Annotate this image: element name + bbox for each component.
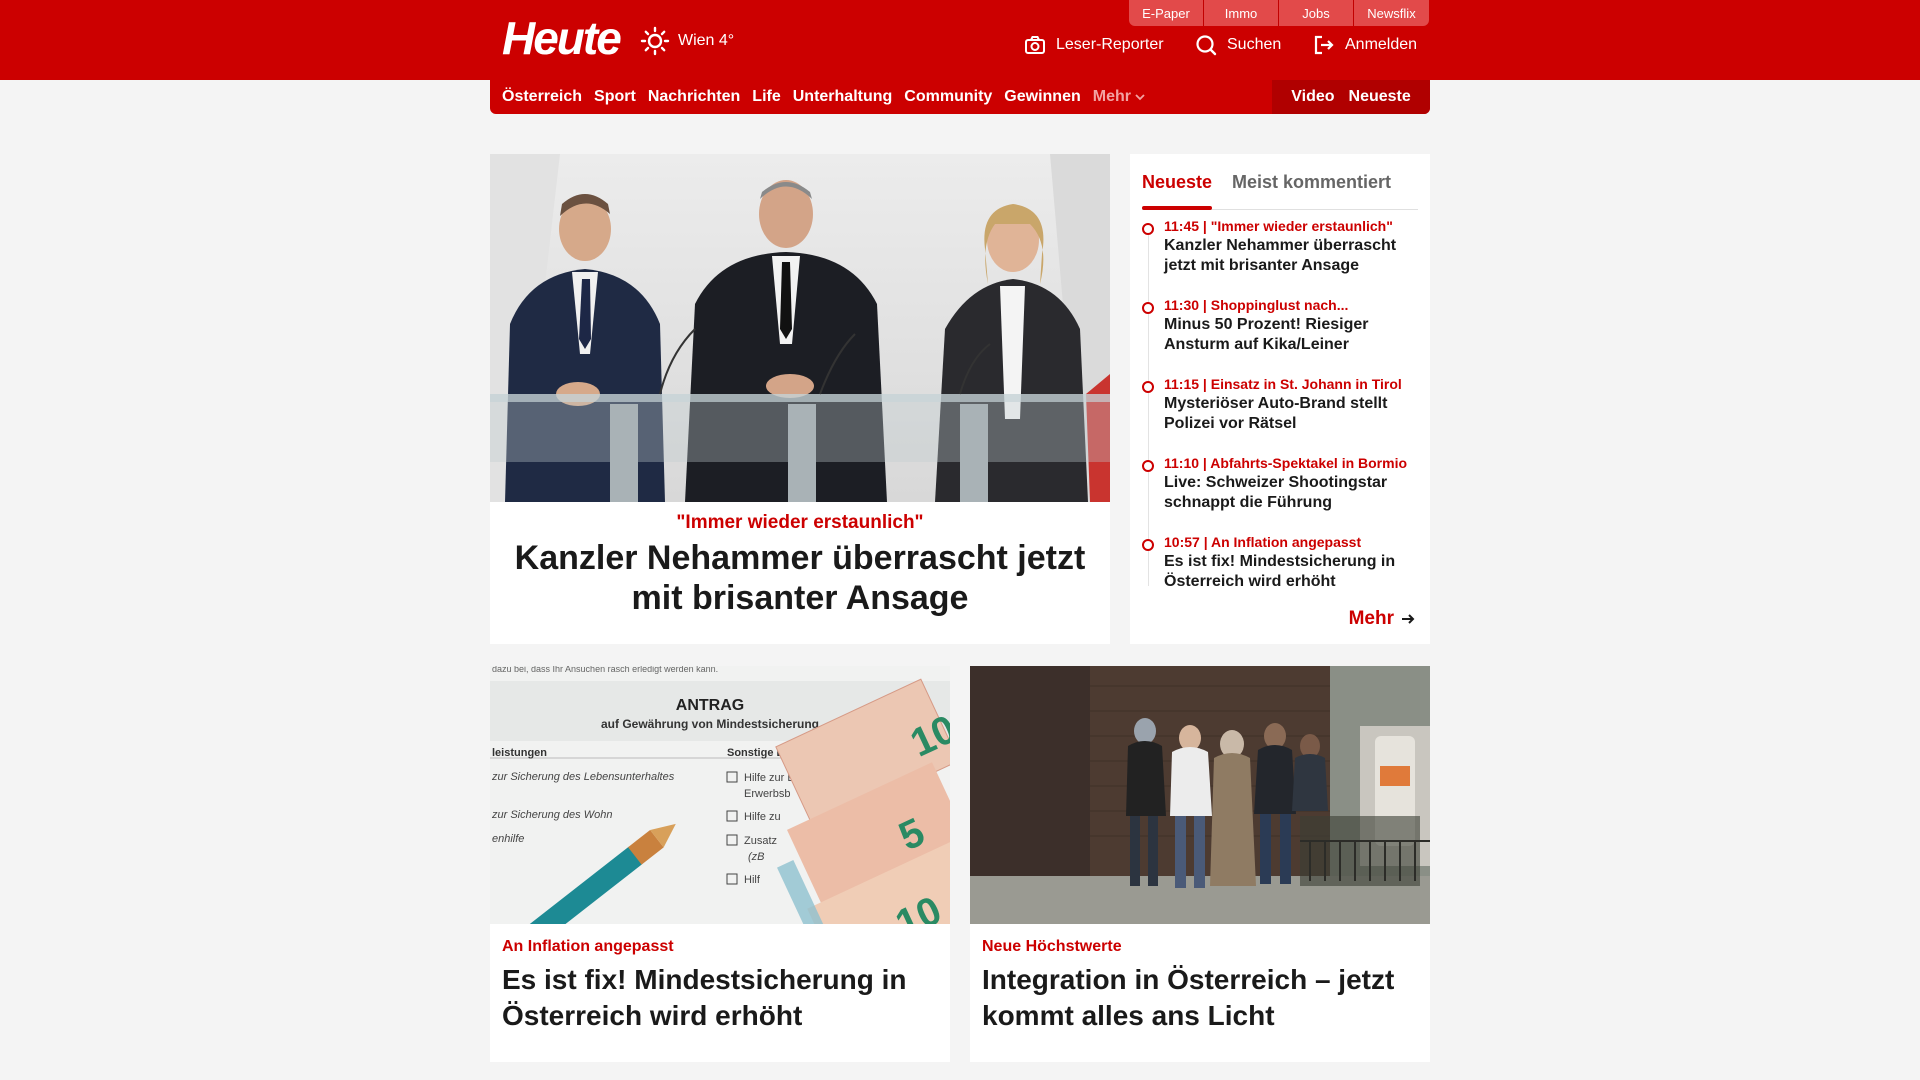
- article-card[interactable]: Neue Höchstwerte Integration in Österrei…: [970, 666, 1430, 1062]
- timeline-title[interactable]: Mysteriöser Auto-Brand stellt Polizei vo…: [1164, 394, 1418, 434]
- timeline-title[interactable]: Kanzler Nehammer überrascht jetzt mit br…: [1164, 236, 1418, 276]
- news-timeline: 11:45 | "Immer wieder erstaunlich" Kanzl…: [1142, 216, 1418, 611]
- timeline-item[interactable]: 11:30 | Shoppinglust nach... Minus 50 Pr…: [1142, 295, 1418, 374]
- nav-item-sport[interactable]: Sport: [594, 88, 636, 106]
- leser-reporter-button[interactable]: Leser-Reporter: [1024, 34, 1164, 56]
- article-image[interactable]: dazu bei, dass Ihr Ansuchen rasch erledi…: [490, 666, 950, 924]
- form-check-2: Hilfe zu: [744, 811, 781, 823]
- form-line-1: zur Sicherung des Lebensunterhaltes: [491, 771, 675, 783]
- timeline-dot-icon: [1142, 223, 1154, 235]
- leser-reporter-label: Leser-Reporter: [1056, 36, 1164, 53]
- active-tab-indicator: [1142, 206, 1212, 210]
- service-tabs: E-Paper Immo Jobs Newsflix: [1129, 0, 1429, 26]
- article-card[interactable]: dazu bei, dass Ihr Ansuchen rasch erledi…: [490, 666, 950, 1062]
- form-check-4: Hilf: [744, 874, 761, 886]
- article-title[interactable]: Integration in Österreich – jetzt kommt …: [982, 962, 1418, 1034]
- form-heading: ANTRAG: [676, 697, 744, 714]
- service-tab-immo[interactable]: Immo: [1204, 0, 1279, 26]
- service-tab-epaper[interactable]: E-Paper: [1129, 0, 1204, 26]
- service-tab-jobs[interactable]: Jobs: [1279, 0, 1354, 26]
- weather-widget[interactable]: Wien 4°: [640, 26, 734, 56]
- article-image[interactable]: [970, 666, 1430, 924]
- search-label: Suchen: [1227, 36, 1282, 53]
- timeline-dot-icon: [1142, 460, 1154, 472]
- hero-image[interactable]: [490, 154, 1110, 502]
- article-kicker: An Inflation angepasst: [502, 938, 674, 955]
- timeline-item[interactable]: 10:57 | An Inflation angepasst Es ist fi…: [1142, 532, 1418, 611]
- nav-item-oesterreich[interactable]: Österreich: [502, 88, 582, 106]
- sidebar-more-link[interactable]: Mehr: [1349, 608, 1416, 630]
- timeline-dot-icon: [1142, 539, 1154, 551]
- search-icon: [1196, 35, 1217, 56]
- weather-label: Wien 4°: [678, 32, 735, 49]
- tab-neueste[interactable]: Neueste: [1142, 172, 1212, 193]
- nav-more-dropdown[interactable]: Mehr: [1093, 88, 1145, 106]
- timeline-meta: 11:30 | Shoppinglust nach...: [1164, 297, 1349, 313]
- timeline-meta: 11:45 | "Immer wieder erstaunlich": [1164, 218, 1393, 234]
- form-subheading: auf Gewährung von Mindestsicherung: [601, 717, 819, 731]
- form-check-1b: Erwerbsb: [744, 788, 790, 800]
- login-label: Anmelden: [1345, 36, 1418, 53]
- timeline-meta: 11:10 | Abfahrts-Spektakel in Bormio: [1164, 455, 1408, 471]
- timeline-item[interactable]: 11:10 | Abfahrts-Spektakel in Bormio Liv…: [1142, 453, 1418, 532]
- sun-icon: [640, 26, 670, 56]
- form-top-text: dazu bei, dass Ihr Ansuchen rasch erledi…: [492, 666, 718, 674]
- form-check-1: Hilfe zur E: [744, 772, 795, 784]
- form-check-3b: (zB: [748, 851, 765, 863]
- nav-item-life[interactable]: Life: [752, 88, 780, 106]
- sidebar-tabs: Neueste Meist kommentiert: [1142, 164, 1418, 210]
- nav-more-label: Mehr: [1092, 88, 1131, 105]
- form-line-2: zur Sicherung des Wohn: [491, 809, 612, 821]
- timeline-title[interactable]: Live: Schweizer Shootingstar schnappt di…: [1164, 473, 1418, 513]
- nav-item-nachrichten[interactable]: Nachrichten: [648, 88, 740, 106]
- service-tab-newsflix[interactable]: Newsflix: [1354, 0, 1429, 26]
- sidebar-more-label: Mehr: [1348, 608, 1394, 629]
- hero-kicker: "Immer wieder erstaunlich": [676, 512, 924, 533]
- form-line-3: enhilfe: [492, 833, 524, 845]
- article-title[interactable]: Es ist fix! Mindestsicherung in Österrei…: [502, 962, 938, 1034]
- timeline-item[interactable]: 11:45 | "Immer wieder erstaunlich" Kanzl…: [1142, 216, 1418, 295]
- arrow-right-icon: [1402, 614, 1415, 624]
- timeline-meta: 11:15 | Einsatz in St. Johann in Tirol: [1164, 376, 1402, 392]
- nav-item-video[interactable]: Video: [1291, 88, 1334, 106]
- timeline-meta: 10:57 | An Inflation angepasst: [1164, 534, 1362, 550]
- form-col-left: leistungen: [492, 747, 547, 759]
- hero-article[interactable]: "Immer wieder erstaunlich" Kanzler Neham…: [490, 154, 1110, 644]
- camera-icon: [1025, 36, 1045, 54]
- search-button[interactable]: Suchen: [1195, 34, 1281, 56]
- timeline-title[interactable]: Es ist fix! Mindestsicherung in Österrei…: [1164, 552, 1418, 592]
- nav-item-gewinnen[interactable]: Gewinnen: [1004, 88, 1080, 106]
- news-sidebar: Neueste Meist kommentiert 11:45 | "Immer…: [1130, 154, 1430, 644]
- article-kicker: Neue Höchstwerte: [982, 938, 1122, 955]
- timeline-title[interactable]: Minus 50 Prozent! Riesiger Ansturm auf K…: [1164, 315, 1418, 355]
- timeline-dot-icon: [1142, 302, 1154, 314]
- site-logo[interactable]: Heute: [502, 12, 622, 64]
- login-button[interactable]: Anmelden: [1313, 34, 1417, 56]
- main-nav: Österreich Sport Nachrichten Life Unterh…: [490, 80, 1430, 114]
- nav-item-unterhaltung[interactable]: Unterhaltung: [793, 88, 893, 106]
- tab-meist-kommentiert[interactable]: Meist kommentiert: [1232, 172, 1391, 193]
- form-check-3: Zusatz: [744, 835, 777, 847]
- timeline-dot-icon: [1142, 381, 1154, 393]
- timeline-item[interactable]: 11:15 | Einsatz in St. Johann in Tirol M…: [1142, 374, 1418, 453]
- nav-item-neueste[interactable]: Neueste: [1349, 88, 1411, 106]
- nav-right-group: Video Neueste: [1272, 80, 1430, 114]
- hero-title[interactable]: Kanzler Nehammer überrascht jetzt mit br…: [490, 538, 1110, 618]
- top-bar: [0, 0, 1920, 80]
- chevron-down-icon: [1135, 94, 1145, 101]
- nav-item-community[interactable]: Community: [904, 88, 992, 106]
- login-icon: [1314, 35, 1334, 55]
